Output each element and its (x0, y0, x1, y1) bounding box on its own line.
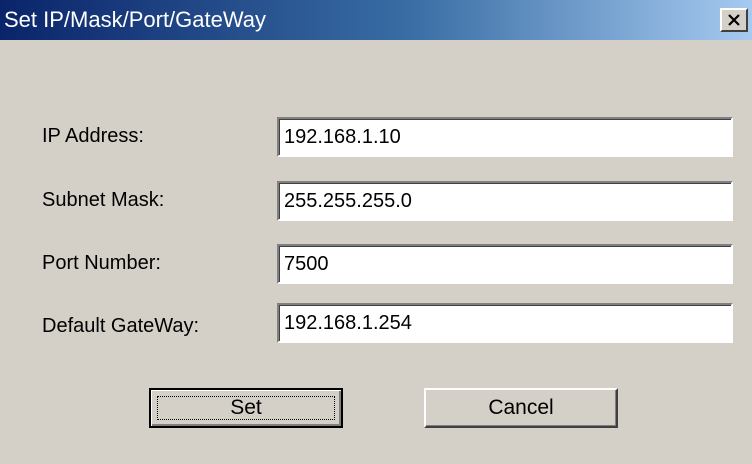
subnet-mask-label: Subnet Mask: (42, 189, 165, 211)
cancel-button[interactable]: Cancel (424, 388, 618, 428)
ip-address-field[interactable] (277, 117, 733, 157)
set-ip-dialog: Set IP/Mask/Port/GateWay IP Address: Sub… (0, 0, 752, 464)
focus-ring (157, 396, 335, 420)
dialog-title: Set IP/Mask/Port/GateWay (4, 7, 267, 32)
close-button[interactable] (720, 8, 748, 32)
default-gateway-label: Default GateWay: (42, 315, 200, 337)
ip-address-label: IP Address: (42, 125, 144, 147)
title-bar[interactable]: Set IP/Mask/Port/GateWay (0, 0, 752, 40)
port-number-label: Port Number: (42, 252, 161, 274)
set-button[interactable]: Set (149, 388, 343, 428)
close-icon (727, 13, 741, 27)
cancel-button-label: Cancel (488, 396, 554, 419)
subnet-mask-field[interactable] (277, 181, 733, 221)
port-number-field[interactable] (277, 244, 733, 284)
default-gateway-field[interactable] (277, 303, 733, 343)
